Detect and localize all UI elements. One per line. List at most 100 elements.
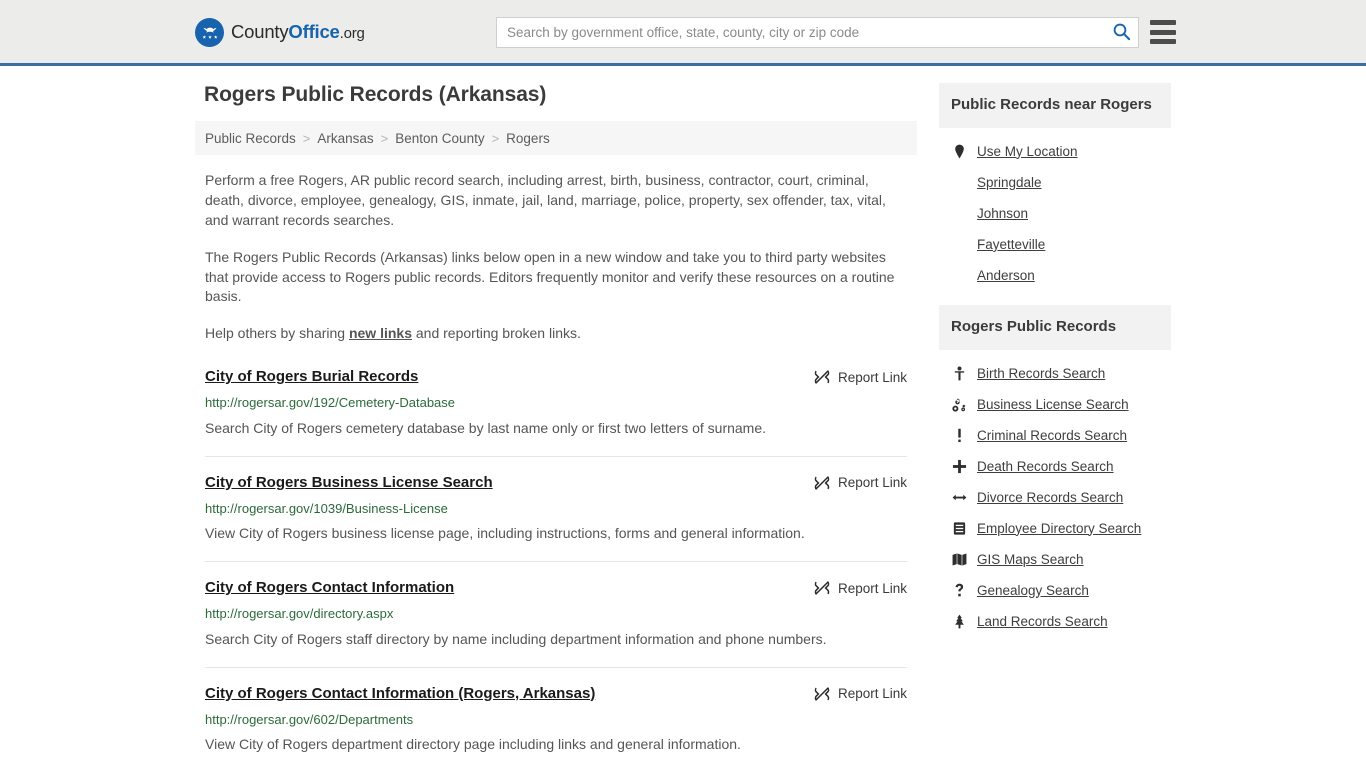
breadcrumb-item-public-records[interactable]: Public Records — [205, 131, 296, 146]
broken-chain-icon — [814, 686, 830, 702]
intro-paragraph-2: The Rogers Public Records (Arkansas) lin… — [205, 248, 895, 305]
sidebar-link-label[interactable]: Land Records Search — [977, 614, 1108, 629]
magnifier-icon — [1112, 22, 1131, 44]
report-link-button[interactable]: Report Link — [814, 475, 907, 491]
main-content: Rogers Public Records (Arkansas) Public … — [195, 83, 917, 768]
record-item-divorce-records-search[interactable]: Divorce Records Search — [939, 482, 1171, 513]
site-header: CountyOffice.org — [0, 0, 1366, 66]
search-button[interactable] — [1104, 18, 1138, 47]
report-link-label: Report Link — [837, 580, 907, 596]
listing-item: City of Rogers Contact Information Report… — [205, 562, 907, 668]
intro-text-after-link: and reporting broken links. — [412, 325, 581, 342]
report-link-button[interactable]: Report Link — [814, 580, 907, 596]
breadcrumb-item-arkansas[interactable]: Arkansas — [317, 131, 373, 146]
record-item-birth-records-search[interactable]: Birth Records Search — [939, 358, 1171, 389]
intro-paragraph-3: Help others by sharing new links and rep… — [205, 324, 907, 344]
sidebar-link-label[interactable]: GIS Maps Search — [977, 552, 1084, 567]
listing-description: View City of Rogers business license pag… — [205, 525, 805, 542]
listing-url[interactable]: http://rogersar.gov/192/Cemetery-Databas… — [205, 395, 907, 411]
arrows-left-right-icon — [951, 490, 968, 505]
sidebar-link-label[interactable]: Business License Search — [977, 397, 1129, 412]
search-input[interactable] — [497, 18, 1104, 47]
sidebar-link-label[interactable]: Genealogy Search — [977, 583, 1089, 598]
listing-header: City of Rogers Contact Information Report… — [205, 579, 907, 597]
records-list: Birth Records Search Business License Sea… — [939, 350, 1171, 637]
panel-public-records-near: Public Records near Rogers Use My Locati… — [939, 83, 1171, 291]
panel-heading-nearby: Public Records near Rogers — [939, 83, 1171, 128]
broken-chain-icon — [814, 369, 830, 385]
site-logo[interactable]: CountyOffice.org — [195, 18, 365, 47]
listing-title-link[interactable]: City of Rogers Business License Search — [205, 474, 493, 492]
question-mark-icon — [951, 583, 968, 598]
logo-word-county: County — [231, 21, 289, 43]
breadcrumb-item-benton-county[interactable]: Benton County — [395, 131, 484, 146]
record-item-business-license-search[interactable]: Business License Search — [939, 389, 1171, 420]
sidebar-link-label[interactable]: Employee Directory Search — [977, 521, 1141, 536]
breadcrumb-separator: > — [302, 130, 311, 146]
hamburger-bar-2 — [1150, 29, 1176, 35]
map-icon — [951, 552, 968, 567]
record-item-employee-directory-search[interactable]: Employee Directory Search — [939, 513, 1171, 544]
sidebar-link-label[interactable]: Birth Records Search — [977, 366, 1105, 381]
listing-item: City of Rogers Contact Information (Roge… — [205, 668, 907, 768]
report-link-label: Report Link — [837, 686, 907, 702]
listing-list: City of Rogers Burial Records Report Link… — [195, 368, 917, 768]
listing-title-link[interactable]: City of Rogers Contact Information (Roge… — [205, 685, 595, 703]
record-item-land-records-search[interactable]: Land Records Search — [939, 606, 1171, 637]
record-item-genealogy-search[interactable]: Genealogy Search — [939, 575, 1171, 606]
map-pin-icon — [951, 144, 968, 159]
nearby-item-fayetteville[interactable]: Fayetteville — [939, 229, 1171, 260]
nearby-item-johnson[interactable]: Johnson — [939, 198, 1171, 229]
sidebar-link-label[interactable]: Anderson — [977, 268, 1035, 283]
listing-url[interactable]: http://rogersar.gov/directory.aspx — [205, 606, 907, 622]
new-links-link[interactable]: new links — [349, 325, 412, 341]
report-link-button[interactable]: Report Link — [814, 686, 907, 702]
sidebar-link-label[interactable]: Fayetteville — [977, 237, 1045, 252]
sidebar-link-label[interactable]: Use My Location — [977, 144, 1078, 159]
breadcrumb-separator: > — [380, 130, 389, 146]
report-link-button[interactable]: Report Link — [814, 369, 907, 385]
id-card-icon — [951, 521, 968, 536]
nearby-item-use-my-location[interactable]: Use My Location — [939, 136, 1171, 167]
panel-rogers-public-records: Rogers Public Records Birth Records Sear… — [939, 304, 1171, 637]
listing-title-link[interactable]: City of Rogers Burial Records — [205, 368, 418, 386]
baby-icon — [951, 365, 968, 381]
sidebar-link-label[interactable]: Death Records Search — [977, 459, 1114, 474]
broken-chain-icon — [814, 580, 830, 596]
gears-icon — [951, 397, 968, 412]
sidebar: Public Records near Rogers Use My Locati… — [939, 83, 1171, 768]
sidebar-link-label[interactable]: Criminal Records Search — [977, 428, 1127, 443]
breadcrumb-item-rogers[interactable]: Rogers — [506, 131, 550, 146]
report-link-label: Report Link — [837, 475, 907, 491]
sidebar-link-label[interactable]: Divorce Records Search — [977, 490, 1123, 505]
sidebar-link-label[interactable]: Johnson — [977, 206, 1028, 221]
tree-icon — [951, 614, 968, 629]
listing-header: City of Rogers Contact Information (Roge… — [205, 685, 907, 703]
nearby-item-anderson[interactable]: Anderson — [939, 260, 1171, 291]
hamburger-menu-button[interactable] — [1150, 20, 1176, 44]
exclamation-icon — [951, 428, 968, 443]
listing-description: Search City of Rogers cemetery database … — [205, 419, 767, 436]
search-bar — [496, 17, 1139, 48]
breadcrumb-separator: > — [491, 130, 500, 146]
sidebar-link-label[interactable]: Springdale — [977, 175, 1042, 190]
logo-wordmark: CountyOffice.org — [231, 23, 365, 42]
intro-section: Perform a free Rogers, AR public record … — [195, 155, 917, 344]
logo-word-org: .org — [339, 25, 365, 43]
listing-item: City of Rogers Business License Search Re… — [205, 457, 907, 563]
record-item-death-records-search[interactable]: Death Records Search — [939, 451, 1171, 482]
panel-heading-records: Rogers Public Records — [939, 304, 1171, 350]
logo-word-office: Office — [288, 21, 340, 43]
listing-url[interactable]: http://rogersar.gov/1039/Business-Licens… — [205, 501, 907, 517]
record-item-gis-maps-search[interactable]: GIS Maps Search — [939, 544, 1171, 575]
breadcrumb: Public Records > Arkansas > Benton Count… — [195, 121, 917, 155]
listing-title-link[interactable]: City of Rogers Contact Information — [205, 579, 454, 597]
listing-header: City of Rogers Burial Records Report Link — [205, 368, 907, 386]
page-title: Rogers Public Records (Arkansas) — [204, 83, 547, 106]
record-item-criminal-records-search[interactable]: Criminal Records Search — [939, 420, 1171, 451]
listing-url[interactable]: http://rogersar.gov/602/Departments — [205, 712, 907, 728]
page-body: Rogers Public Records (Arkansas) Public … — [0, 66, 1366, 768]
nearby-item-springdale[interactable]: Springdale — [939, 167, 1171, 198]
eagle-stars-emblem-icon — [195, 18, 224, 47]
intro-paragraph-1: Perform a free Rogers, AR public record … — [205, 172, 886, 228]
